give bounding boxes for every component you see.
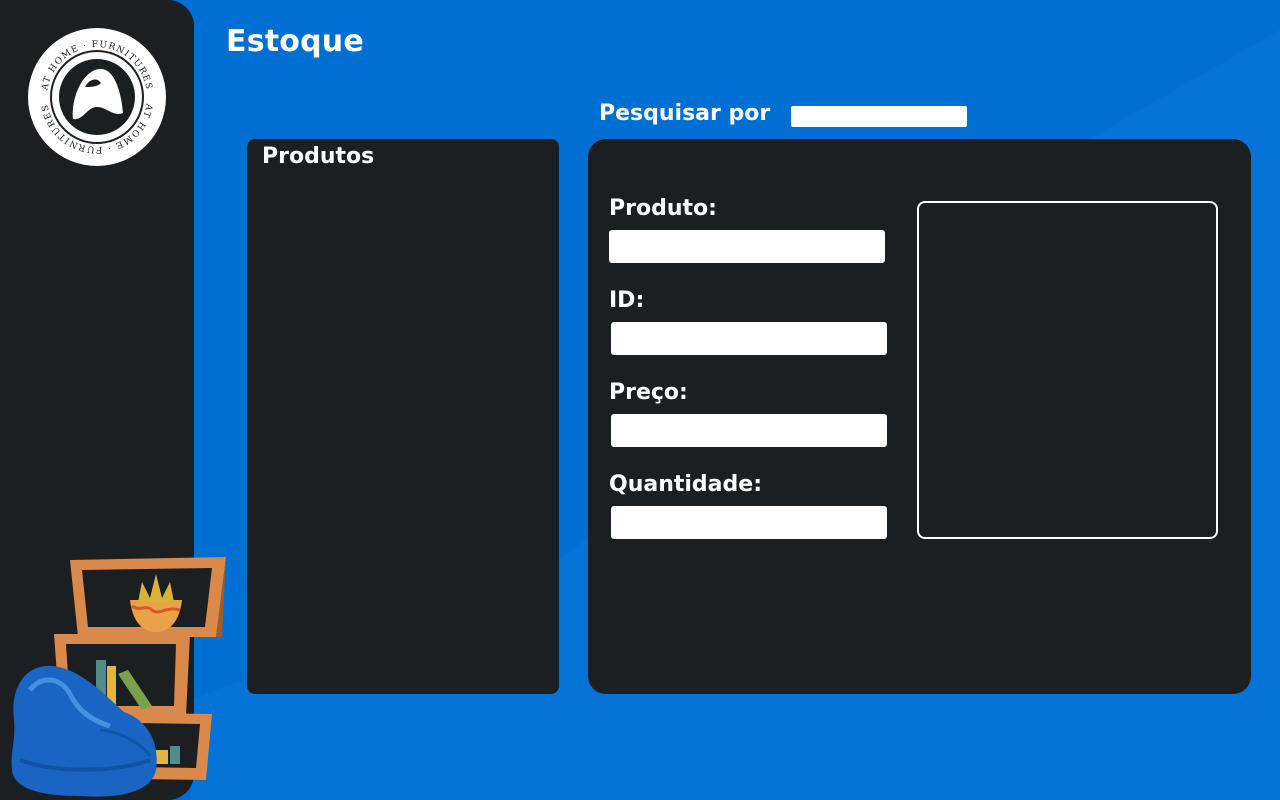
- search-label: Pesquisar por: [599, 101, 771, 126]
- bookshelf-beanbag-icon: [11, 557, 226, 797]
- product-detail-panel: Produto: ID: Preço: Quantidade:: [588, 139, 1251, 694]
- product-quantity-label: Quantidade:: [609, 472, 762, 497]
- product-price-label: Preço:: [609, 380, 688, 405]
- product-image-box[interactable]: [917, 201, 1218, 539]
- products-list-panel[interactable]: Produtos: [247, 139, 559, 694]
- product-quantity-field[interactable]: [611, 506, 887, 539]
- search-input[interactable]: [791, 106, 967, 127]
- product-id-field[interactable]: [611, 322, 887, 355]
- product-name-field[interactable]: [609, 230, 885, 263]
- product-name-label: Produto:: [609, 196, 717, 221]
- page-title: Estoque: [226, 24, 364, 59]
- products-title: Produtos: [262, 144, 375, 169]
- product-id-label: ID:: [609, 288, 645, 313]
- product-price-field[interactable]: [611, 414, 887, 447]
- at-home-furnitures-logo-icon[interactable]: AT HOME · FURNITURES AT HOME · FURNITURE…: [27, 27, 167, 167]
